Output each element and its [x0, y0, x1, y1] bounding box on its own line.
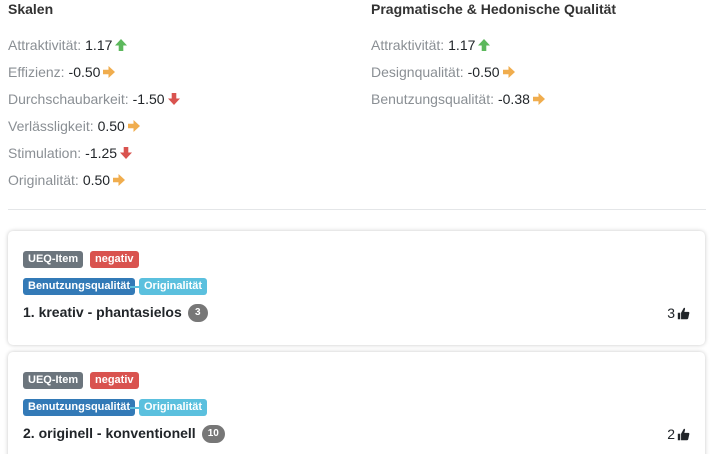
metric-row: Attraktivität: 1.17: [371, 31, 546, 58]
thumbs-up-icon: [677, 307, 690, 319]
category-badge[interactable]: Benutzungsqualität: [23, 399, 136, 416]
thumbs-up-icon: [677, 428, 690, 440]
item-title-text: 1. kreativ - phantasielos: [23, 304, 182, 320]
metric-label: Verlässligkeit:: [8, 117, 94, 134]
item-title-text: 2. originell - konventionell: [23, 425, 196, 441]
item-title[interactable]: 2. originell - konventionell 10: [23, 425, 225, 444]
scales-list: Attraktivität: 1.17 Effizienz: -0.50 Durchsc…: [8, 31, 181, 193]
type-badge: UEQ-Item: [23, 251, 84, 268]
metric-row: Designqualität: -0.50: [371, 58, 546, 85]
arrow-right-icon: [102, 65, 116, 79]
metric-label: Benutzungsqualität:: [371, 90, 494, 107]
metric-row: Originalität: 0.50: [8, 166, 181, 193]
metric-value: -1.50: [132, 90, 165, 107]
metric-value: -0.50: [467, 63, 500, 80]
arrow-up-icon: [114, 38, 128, 52]
vote-count: 2: [667, 426, 675, 442]
metric-label: Stimulation:: [8, 144, 82, 161]
count-badge: 3: [187, 304, 208, 323]
metric-label: Attraktivität:: [8, 36, 82, 53]
vote-button[interactable]: 3: [667, 305, 690, 321]
count-badge: 10: [201, 425, 225, 444]
metric-value: 0.50: [97, 117, 125, 134]
metric-value: 1.17: [448, 36, 476, 53]
item-title[interactable]: 1. kreativ - phantasielos 3: [23, 304, 208, 323]
metric-row: Stimulation: -1.25: [8, 139, 181, 166]
vote-count: 3: [667, 305, 675, 321]
metric-row: Attraktivität: 1.17: [8, 31, 181, 58]
polarity-badge: negativ: [90, 372, 139, 389]
metric-label: Effizienz:: [8, 63, 65, 80]
ueq-item-card[interactable]: UEQ-Item negativ Benutzungsqualität Orig…: [8, 231, 705, 345]
metric-value: 0.50: [82, 171, 111, 188]
scale-badge[interactable]: Originalität: [139, 399, 208, 416]
quality-list: Attraktivität: 1.17 Designqualität: -0.50 Be…: [371, 31, 546, 112]
metric-label: Attraktivität:: [371, 36, 445, 53]
polarity-badge: negativ: [90, 251, 139, 268]
vote-button[interactable]: 2: [667, 426, 690, 442]
metric-value: -0.50: [68, 63, 101, 80]
scale-badge[interactable]: Originalität: [139, 278, 208, 295]
metric-label: Designqualität:: [371, 63, 464, 80]
arrow-down-icon: [119, 146, 133, 160]
metric-value: -0.38: [497, 90, 530, 107]
arrow-right-icon: [127, 119, 141, 133]
section-divider: [8, 209, 706, 210]
metric-row: Effizienz: -0.50: [8, 58, 181, 85]
arrow-up-icon: [477, 38, 491, 52]
category-badge[interactable]: Benutzungsqualität: [23, 278, 136, 295]
metric-value: 1.17: [85, 36, 113, 53]
metric-row: Durchschaubarkeit: -1.50: [8, 85, 181, 112]
metric-value: -1.25: [85, 144, 118, 161]
arrow-right-icon: [532, 92, 546, 106]
quality-heading: Pragmatische & Hedonische Qualität: [371, 1, 617, 17]
arrow-right-icon: [112, 173, 126, 187]
type-badge: UEQ-Item: [23, 372, 84, 389]
metric-label: Originalität:: [8, 171, 79, 188]
arrow-down-icon: [167, 92, 181, 106]
metric-row: Verlässligkeit: 0.50: [8, 112, 181, 139]
metric-label: Durchschaubarkeit:: [8, 90, 129, 107]
metric-row: Benutzungsqualität: -0.38: [371, 85, 546, 112]
scales-heading: Skalen: [8, 1, 54, 17]
arrow-right-icon: [502, 65, 516, 79]
ueq-item-card[interactable]: UEQ-Item negativ Benutzungsqualität Orig…: [8, 352, 705, 454]
